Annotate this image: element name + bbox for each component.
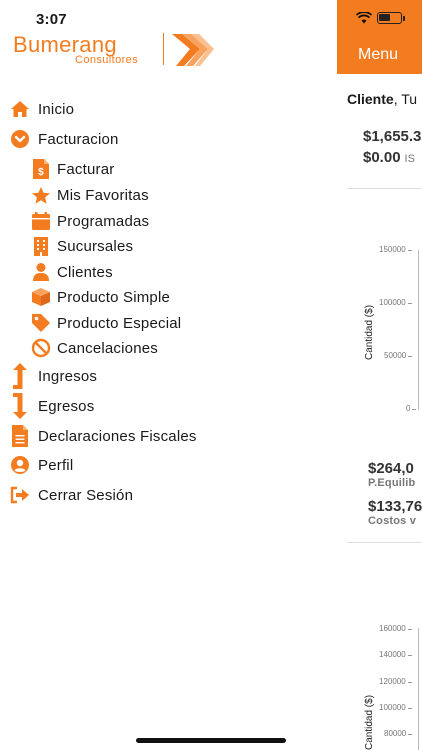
invoice-dollar-icon: $: [31, 159, 51, 179]
sign-out-icon: [10, 485, 30, 505]
amount-1: $1,655.3: [363, 128, 422, 145]
home-icon: [10, 99, 30, 119]
menu-item-mis-favoritas[interactable]: Mis Favoritas: [31, 185, 149, 205]
calendar-icon: [31, 211, 51, 231]
box-icon: [31, 287, 51, 307]
battery-icon: [377, 12, 402, 24]
amount-2-suffix: IS: [404, 153, 415, 165]
ban-icon: [31, 338, 51, 358]
menu-item-facturar[interactable]: $ Facturar: [31, 159, 114, 179]
chart-1-tick: 100000: [379, 298, 412, 307]
divider: [347, 542, 422, 543]
document-icon: [10, 424, 30, 448]
cliente-line: Cliente, Tu: [347, 91, 417, 107]
amount-3-label: P.Equilib: [368, 477, 416, 489]
chart-2-tick: 80000: [384, 729, 413, 738]
menu-item-inicio[interactable]: Inicio: [10, 99, 74, 119]
dashboard-peek: Menu Cliente, Tu $1,655.3 $0.00 IS 150000…: [337, 0, 422, 750]
user-circle-icon: [10, 455, 30, 475]
menu-item-label: Clientes: [57, 263, 113, 281]
chart-2-tick: 120000: [379, 677, 412, 686]
chart-2-ylabel: Cantidad ($): [364, 694, 375, 750]
chevron-down-circle-icon: [10, 129, 30, 149]
menu-item-label: Inicio: [38, 100, 75, 118]
amount-3: $264,0: [368, 460, 414, 477]
arrow-up-icon: [10, 362, 30, 390]
menu-item-label: Mis Favoritas: [57, 186, 149, 204]
star-icon: [31, 185, 51, 205]
header-menu-label[interactable]: Menu: [358, 46, 398, 64]
chart-1-ylabel: Cantidad ($): [364, 304, 375, 360]
menu-item-label: Programadas: [57, 212, 150, 230]
wifi-icon: [356, 12, 372, 24]
menu-item-declaraciones-fiscales[interactable]: Declaraciones Fiscales: [10, 424, 197, 448]
chart-1-tick: 50000: [384, 351, 413, 360]
amount-4-label: Costos v: [368, 515, 417, 527]
menu-item-cerrar-sesion[interactable]: Cerrar Sesión: [10, 485, 133, 505]
amount-2: $0.00 IS: [363, 149, 415, 166]
divider: [347, 188, 422, 189]
tag-icon: [31, 313, 51, 333]
amount-2-value: $0.00: [363, 149, 401, 166]
chart-2-tick: 100000: [379, 703, 412, 712]
menu-item-label: Egresos: [38, 397, 95, 415]
menu-item-facturacion[interactable]: Facturacion: [10, 129, 119, 149]
menu-item-cancelaciones[interactable]: Cancelaciones: [31, 338, 158, 358]
arrow-down-icon: [10, 392, 30, 420]
chart-2-tick: 160000: [379, 624, 412, 633]
menu-item-label: Cancelaciones: [57, 339, 158, 357]
amount-4: $133,76: [368, 498, 422, 515]
user-icon: [31, 262, 51, 282]
chart-1-tick: 0: [406, 404, 418, 413]
battery-tip: [403, 15, 405, 21]
menu-item-label: Cerrar Sesión: [38, 486, 134, 504]
chart-2-y-axis: [418, 628, 419, 750]
svg-text:$: $: [38, 167, 44, 178]
chart-1-y-axis: [418, 250, 419, 410]
menu-item-producto-especial[interactable]: Producto Especial: [31, 313, 181, 333]
building-icon: [31, 236, 51, 256]
side-menu: Inicio Facturacion $ Facturar Mis Favori…: [0, 0, 337, 750]
menu-item-producto-simple[interactable]: Producto Simple: [31, 287, 170, 307]
menu-item-label: Declaraciones Fiscales: [38, 427, 197, 445]
chart-2-tick: 140000: [379, 650, 412, 659]
menu-item-label: Facturacion: [38, 130, 119, 148]
cliente-rest: , Tu: [393, 91, 418, 107]
cliente-prefix: Cliente: [347, 91, 394, 107]
menu-item-label: Ingresos: [38, 367, 98, 385]
status-icons: [356, 12, 405, 24]
menu-item-label: Facturar: [57, 160, 115, 178]
menu-item-label: Sucursales: [57, 237, 134, 255]
menu-item-label: Producto Simple: [57, 288, 171, 306]
menu-item-sucursales[interactable]: Sucursales: [31, 236, 133, 256]
menu-item-label: Perfil: [38, 456, 74, 474]
menu-item-ingresos[interactable]: Ingresos: [10, 362, 97, 390]
menu-item-clientes[interactable]: Clientes: [31, 262, 113, 282]
menu-item-perfil[interactable]: Perfil: [10, 455, 73, 475]
menu-item-programadas[interactable]: Programadas: [31, 211, 149, 231]
chart-1-tick: 150000: [379, 245, 412, 254]
home-indicator[interactable]: [136, 738, 286, 743]
menu-item-label: Producto Especial: [57, 314, 182, 332]
menu-item-egresos[interactable]: Egresos: [10, 392, 94, 420]
